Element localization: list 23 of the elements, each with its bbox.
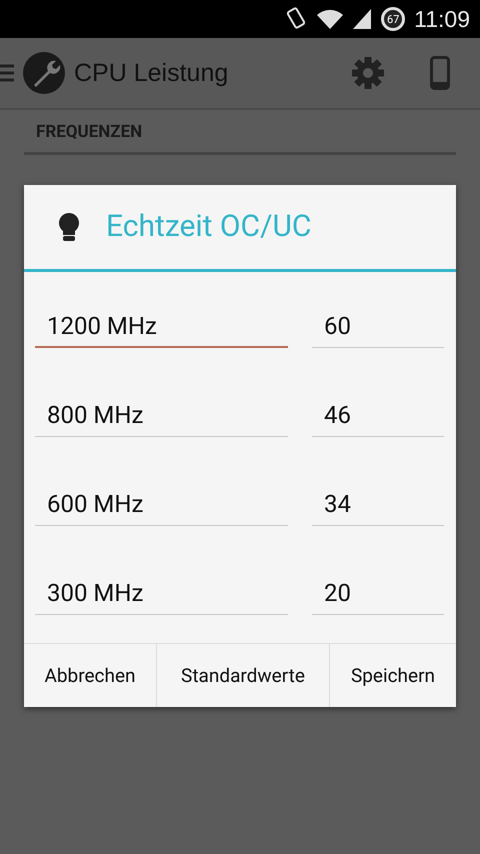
dialog-title: Echtzeit OC/UC	[106, 209, 312, 244]
signal-icon	[352, 8, 372, 30]
section-title: FREQUENZEN	[36, 122, 142, 142]
dialog-button[interactable]: Standardwerte	[157, 644, 330, 707]
wifi-icon	[316, 8, 344, 30]
app-title: CPU Leistung	[74, 58, 230, 88]
light-bulb-icon	[58, 212, 80, 242]
value-field[interactable]: 46	[312, 382, 444, 437]
frequency-field[interactable]: 600 MHz	[35, 472, 288, 526]
dialog-button[interactable]: Abbrechen	[24, 644, 157, 707]
dialog-button[interactable]: Speichern	[330, 644, 456, 707]
value-field[interactable]: 34	[312, 472, 444, 526]
phone-icon[interactable]	[430, 56, 450, 90]
value-field[interactable]: 60	[312, 294, 444, 348]
settings-icon[interactable]	[352, 57, 384, 89]
wrench-icon[interactable]	[22, 51, 66, 95]
frequency-field[interactable]: 1200 MHz	[35, 294, 288, 348]
frequency-field[interactable]: 800 MHz	[35, 382, 288, 437]
battery-icon: 67	[380, 6, 406, 32]
value-field[interactable]: 20	[312, 560, 444, 615]
menu-icon[interactable]	[0, 64, 16, 82]
frequency-field[interactable]: 300 MHz	[35, 560, 288, 615]
clock: 11:09	[414, 6, 470, 32]
